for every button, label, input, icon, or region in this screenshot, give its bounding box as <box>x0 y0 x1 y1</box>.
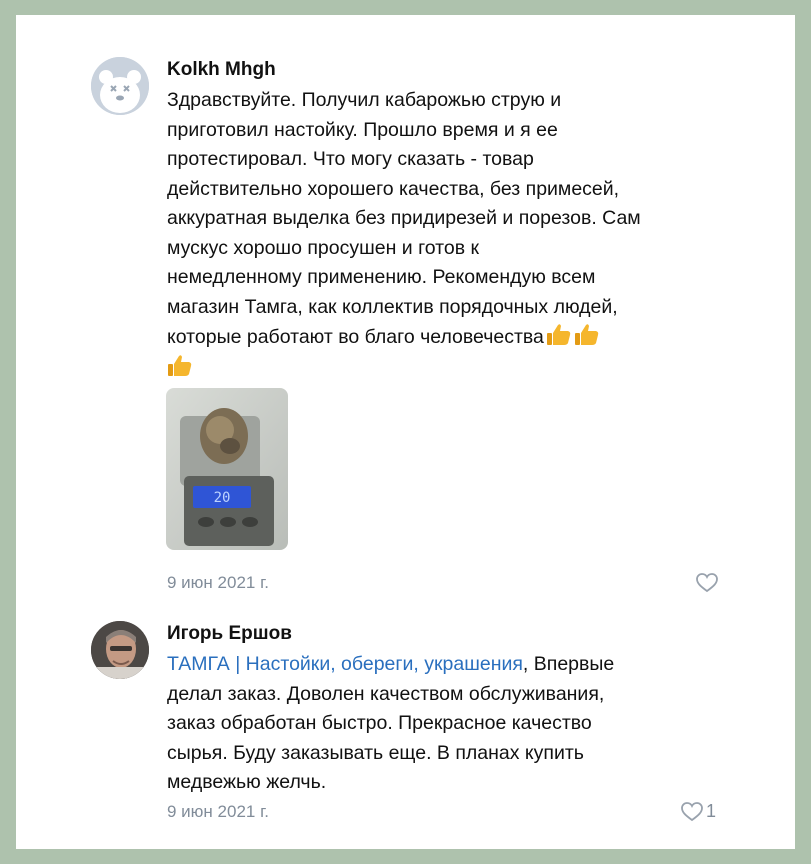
comment-line-first: ТАМГА | Настойки, обереги, украшения, Вп… <box>167 650 614 680</box>
comment-line: которые работают во благо человечества <box>167 326 544 348</box>
scale-display: 20 <box>214 490 231 506</box>
like-button[interactable]: 1 <box>681 801 716 822</box>
comment-text: ТАМГА | Настойки, обереги, украшения, Вп… <box>167 650 614 798</box>
comment-line: приготовил настойку. Прошло время и я ее <box>167 118 558 141</box>
comment-text: Здравствуйте. Получил кабарожью струю и … <box>167 86 641 383</box>
comment-line: действительно хорошего качества, без при… <box>167 177 620 200</box>
comment-line: , Впервые <box>522 653 615 675</box>
comment-line: делал заказ. Доволен качеством обслужива… <box>167 682 605 705</box>
thumbs-up-icon <box>168 354 192 376</box>
comment-line: немедленному применению. Рекомендую всем <box>167 266 596 288</box>
comment-line: магазин Тамга, как коллектив порядочных … <box>167 295 618 318</box>
comment-line: сырья. Буду заказывать еще. В планах куп… <box>167 741 584 764</box>
heart-icon <box>696 573 718 593</box>
avatar-kolkh[interactable] <box>91 57 149 115</box>
comment-line: протестировал. Что могу сказать - товар <box>167 148 534 170</box>
comment-line: медвежью желчь. <box>167 771 327 793</box>
comment-line: Здравствуйте. Получил кабарожью струю и <box>167 89 562 111</box>
scale-photo: 20 <box>166 388 288 550</box>
like-count: 1 <box>706 801 717 821</box>
comment-line: мускус хорошо просушен и готов к <box>167 236 480 259</box>
thumbs-up-icon <box>574 324 599 345</box>
author-name[interactable]: Kolkh Mhgh <box>167 59 276 81</box>
comments-card: Kolkh Mhgh Здравствуйте. Получил кабарож… <box>16 15 795 849</box>
like-button[interactable] <box>696 573 718 593</box>
comment-line: заказ обработан быстро. Прекрасное качес… <box>167 712 592 734</box>
avatar-photo <box>91 621 149 679</box>
comment-date: 9 июн 2021 г. <box>167 802 269 821</box>
group-mention-link[interactable]: ТАМГА | Настойки, обереги, украшения <box>167 653 523 675</box>
thumbs-up-icon <box>546 324 571 345</box>
bear-avatar-icon <box>91 57 149 115</box>
avatar-igor[interactable] <box>91 621 149 679</box>
comment-line-last: которые работают во благо человечества <box>167 322 641 353</box>
heart-icon <box>681 801 703 821</box>
comment-date: 9 июн 2021 г. <box>167 573 269 592</box>
comment-line: аккуратная выделка без придирезей и поре… <box>167 207 641 229</box>
comment-line-emoji <box>167 353 641 384</box>
author-name[interactable]: Игорь Ершов <box>167 623 292 645</box>
attached-photo[interactable]: 20 <box>166 388 288 550</box>
